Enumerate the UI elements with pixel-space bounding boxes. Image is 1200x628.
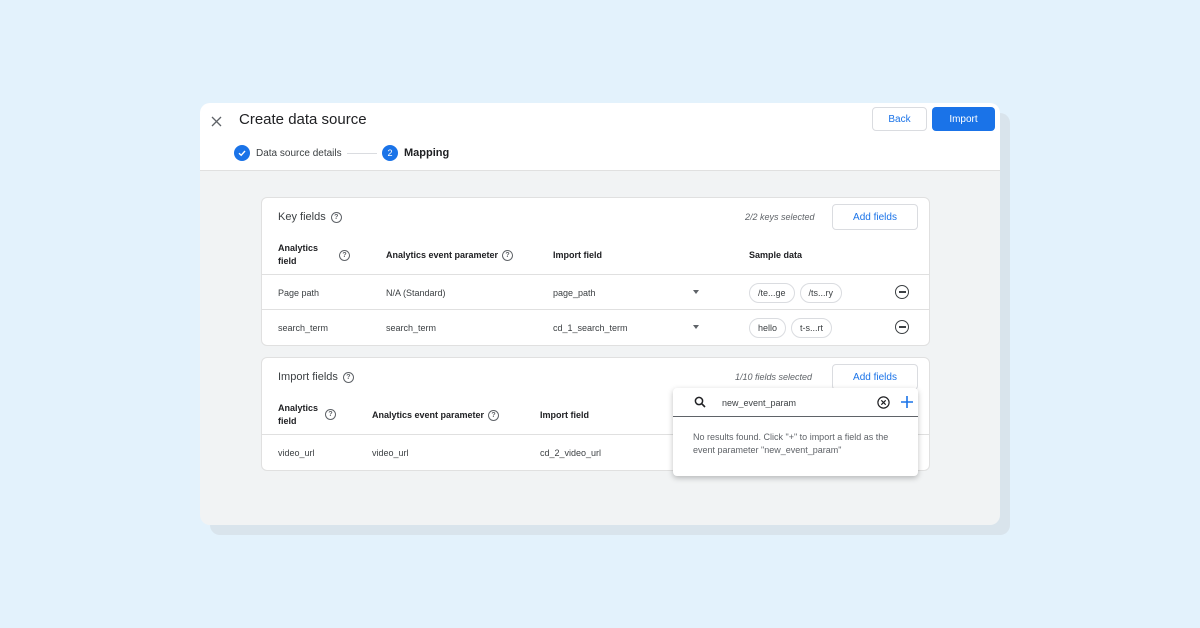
step-connector [347,153,377,154]
event-parameter-cell: N/A (Standard) [386,287,446,298]
analytics-field-cell: video_url [278,447,315,458]
table-row: search_term search_term cd_1_search_term… [262,309,929,344]
step-label: Data source details [256,147,342,159]
field-search-input[interactable] [722,396,872,409]
import-field-select[interactable]: cd_1_search_term [553,310,703,345]
import-fields-title: Import fields ? [278,371,354,383]
table-row: Page path N/A (Standard) page_path /te..… [262,274,929,309]
keys-selected-count: 2/2 keys selected [745,212,815,222]
event-parameter-cell: video_url [372,447,409,458]
plus-icon[interactable] [899,394,915,410]
import-button[interactable]: Import [932,107,995,131]
dialog-title: Create data source [239,111,367,128]
help-icon[interactable]: ? [339,250,350,261]
remove-circle-icon[interactable] [895,320,909,334]
close-button[interactable] [204,109,228,133]
col-event-parameter: Analytics event parameter ? [386,249,514,262]
analytics-field-cell: Page path [278,287,320,298]
step-label: Mapping [404,147,450,159]
chevron-down-icon[interactable] [693,290,699,294]
sample-data-cell: /te...ge /ts...ry [749,275,847,310]
field-search-popup: No results found. Click "+" to import a … [673,388,918,476]
dialog-header: Create data source Back Import Data sour… [200,103,1000,171]
help-icon[interactable]: ? [502,250,514,261]
close-icon [211,116,221,126]
event-parameter-cell: search_term [386,322,437,333]
sample-data-cell: hello t-s...rt [749,310,837,345]
search-icon [694,396,706,408]
add-import-fields-button[interactable]: Add fields [832,364,918,390]
back-button[interactable]: Back [872,107,927,131]
clear-circle-icon[interactable] [877,396,890,409]
help-icon[interactable]: ? [325,409,336,420]
sample-chip: t-s...rt [791,317,833,338]
import-field-select[interactable]: cd_2_video_url [540,435,601,470]
col-sample-data: Sample data [749,250,803,260]
step-mapping[interactable]: 2 Mapping [382,145,449,161]
key-fields-title: Key fields ? [278,211,342,223]
add-key-fields-button[interactable]: Add fields [832,204,918,230]
step-complete-icon [234,145,250,161]
step-data-source-details[interactable]: Data source details [234,145,342,161]
analytics-field-cell: search_term [278,322,329,333]
col-analytics-field: Analytics field [278,243,319,266]
no-results-message: No results found. Click "+" to import a … [693,432,889,455]
import-field-select[interactable]: page_path [553,275,703,310]
step-number: 2 [382,145,398,161]
chevron-down-icon[interactable] [693,325,699,329]
popup-search-bar [673,388,918,417]
help-icon[interactable]: ? [342,371,354,383]
fields-selected-count: 1/10 fields selected [735,372,813,382]
create-data-source-dialog: Create data source Back Import Data sour… [200,103,1000,525]
help-icon[interactable]: ? [330,211,342,223]
remove-circle-icon[interactable] [895,285,909,299]
sample-chip: /te...ge [749,282,795,303]
col-import-field: Import field [540,410,589,420]
sample-chip: /ts...ry [799,282,843,303]
col-analytics-field: Analytics field [278,403,319,426]
col-event-parameter: Analytics event parameter ? [372,409,500,422]
key-fields-card: Key fields ? 2/2 keys selected Add field… [261,197,930,346]
help-icon[interactable]: ? [488,410,500,421]
sample-chip: hello [749,317,787,338]
col-import-field: Import field [553,250,602,260]
